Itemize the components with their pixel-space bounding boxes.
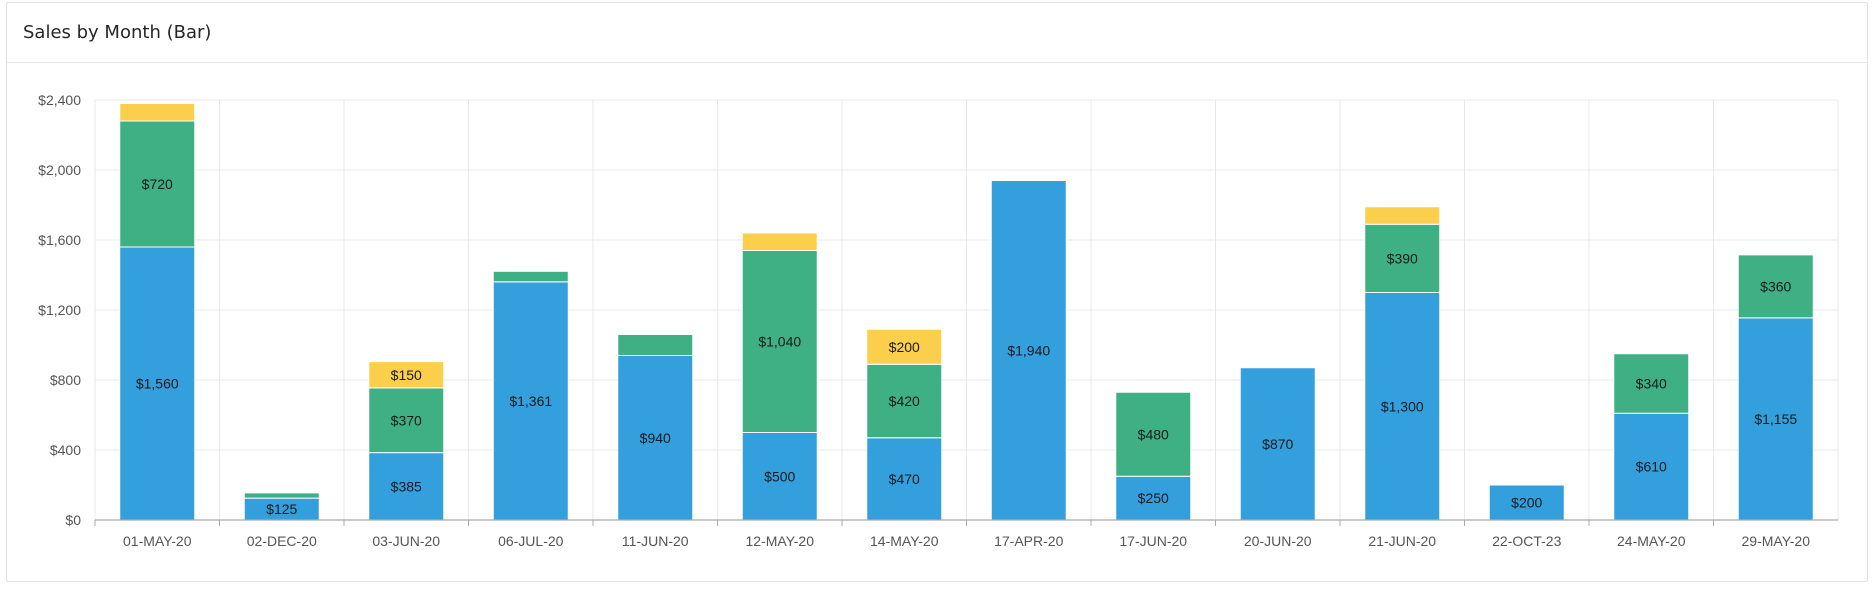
bar-data-label: $200 bbox=[889, 339, 920, 355]
bar-data-label: $470 bbox=[889, 471, 920, 487]
bar-data-label: $480 bbox=[1138, 426, 1169, 442]
x-tick-label: 12-MAY-20 bbox=[746, 533, 815, 549]
x-tick-label: 24-MAY-20 bbox=[1617, 533, 1686, 549]
bar-segment bbox=[119, 103, 196, 122]
x-tick-label: 20-JUN-20 bbox=[1244, 533, 1312, 549]
x-tick-label: 02-DEC-20 bbox=[247, 533, 317, 549]
bar-data-label: $125 bbox=[266, 501, 297, 517]
x-tick-label: 01-MAY-20 bbox=[123, 533, 192, 549]
y-tick-label: $2,000 bbox=[38, 162, 81, 178]
stacked-bar-chart: $0 $400 $800 $1,200 $1,600 $2,000 $2,400 $1,560… bbox=[38, 92, 1839, 549]
x-tick-label: 21-JUN-20 bbox=[1368, 533, 1436, 549]
x-tick-label: 11-JUN-20 bbox=[622, 533, 689, 549]
bar-data-label: $250 bbox=[1138, 490, 1169, 506]
x-tick-label: 17-APR-20 bbox=[994, 533, 1063, 549]
bar-data-label: $385 bbox=[391, 478, 422, 494]
x-tick-label: 22-OCT-23 bbox=[1492, 533, 1561, 549]
bar-segment bbox=[492, 270, 569, 283]
y-tick-label: $800 bbox=[50, 372, 81, 388]
bar-data-label: $360 bbox=[1760, 278, 1791, 294]
bar-data-label: $1,940 bbox=[1007, 342, 1050, 358]
y-tick-label: $1,600 bbox=[38, 232, 81, 248]
x-tick-label: 14-MAY-20 bbox=[870, 533, 939, 549]
y-tick-label: $400 bbox=[50, 442, 81, 458]
x-tick-label: 17-JUN-20 bbox=[1119, 533, 1187, 549]
bar-segment bbox=[1364, 206, 1441, 225]
bar-data-label: $720 bbox=[142, 176, 173, 192]
x-tick-label: 06-JUL-20 bbox=[498, 533, 564, 549]
x-tick-label: 29-MAY-20 bbox=[1742, 533, 1811, 549]
bar-data-label: $500 bbox=[764, 468, 795, 484]
bar-data-label: $1,560 bbox=[136, 376, 179, 392]
bar-data-label: $940 bbox=[640, 430, 671, 446]
bar-data-label: $200 bbox=[1511, 495, 1542, 511]
x-tick-label: 03-JUN-20 bbox=[372, 533, 440, 549]
y-tick-label: $2,400 bbox=[38, 92, 81, 108]
bar-data-label: $1,155 bbox=[1754, 411, 1797, 427]
bar-data-label: $420 bbox=[889, 393, 920, 409]
bar-data-label: $150 bbox=[391, 367, 422, 383]
y-tick-label: $0 bbox=[65, 512, 81, 528]
bar-segment bbox=[617, 334, 694, 356]
bar-data-label: $340 bbox=[1636, 376, 1667, 392]
bar-data-label: $1,040 bbox=[758, 334, 801, 350]
bar-data-label: $1,300 bbox=[1381, 398, 1424, 414]
bar-data-label: $1,361 bbox=[509, 393, 552, 409]
bar-data-label: $390 bbox=[1387, 250, 1418, 266]
bar-data-label: $610 bbox=[1636, 459, 1667, 475]
bar-segment bbox=[243, 492, 320, 499]
bar-data-label: $870 bbox=[1262, 436, 1293, 452]
bar-data-label: $370 bbox=[391, 412, 422, 428]
bar-segment bbox=[741, 232, 818, 251]
y-tick-label: $1,200 bbox=[38, 302, 81, 318]
